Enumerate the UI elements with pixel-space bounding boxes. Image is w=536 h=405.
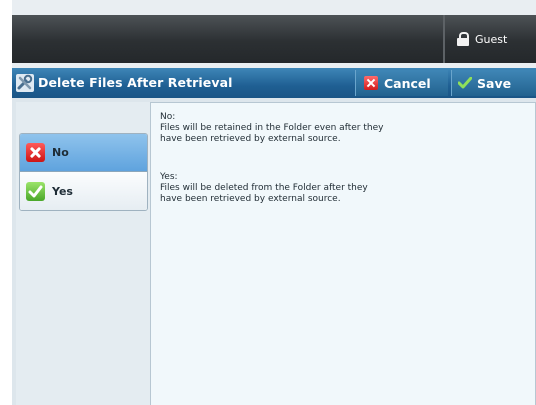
cancel-button[interactable]: Cancel	[355, 70, 448, 96]
save-button[interactable]: Save	[451, 70, 536, 96]
close-icon	[26, 143, 45, 162]
option-group: No Yes	[19, 133, 148, 211]
no-text-line1: Files will be retained in the Folder eve…	[160, 123, 384, 133]
option-yes-label: Yes	[52, 184, 73, 198]
no-description: No: Files will be retained in the Folder…	[160, 112, 535, 145]
yes-text-line1: Files will be deleted from the Folder af…	[160, 183, 368, 193]
tools-icon	[16, 74, 34, 92]
description-panel: No: Files will be retained in the Folder…	[150, 102, 536, 405]
option-no-label: No	[52, 146, 69, 159]
yes-text-line2: have been retrieved by external source.	[160, 194, 341, 204]
lock-icon	[457, 32, 469, 46]
page-title: Delete Files After Retrieval	[38, 75, 233, 90]
cancel-label: Cancel	[384, 75, 431, 91]
user-label: Guest	[475, 32, 508, 46]
title-bar: Delete Files After Retrieval Cancel Save	[12, 68, 536, 98]
yes-heading: Yes:	[160, 172, 178, 182]
no-heading: No:	[160, 112, 176, 122]
no-text-line2: have been retrieved by external source.	[160, 134, 341, 144]
option-yes[interactable]: Yes	[20, 172, 147, 210]
option-no[interactable]: No	[20, 134, 147, 172]
content-area: No Yes No: Files will be retained in the…	[12, 98, 536, 405]
checkmark-icon	[458, 77, 472, 89]
close-icon	[364, 76, 378, 90]
checkmark-icon	[26, 181, 45, 201]
top-status-bar: Guest	[12, 15, 536, 63]
yes-description: Yes: Files will be deleted from the Fold…	[160, 172, 535, 205]
save-label: Save	[477, 75, 512, 91]
user-login-button[interactable]: Guest	[445, 15, 536, 63]
device-screen: Guest Delete Files After Retrieval Cance…	[12, 0, 536, 405]
options-panel: No Yes	[16, 102, 150, 405]
